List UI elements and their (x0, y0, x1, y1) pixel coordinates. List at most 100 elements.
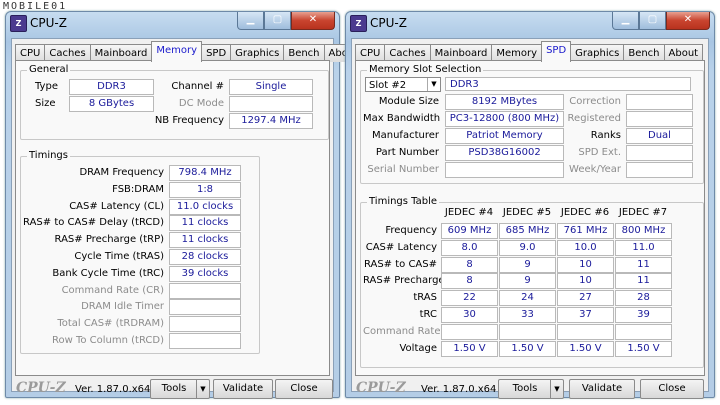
channel-label: Channel # (171, 81, 224, 92)
cpuz-brand-logo: CPU-Z (16, 380, 66, 396)
timings-group: Timings DRAM Frequency 798.4 MHz FSB:DRAM 1… (20, 150, 260, 354)
ranks-label: Ranks (590, 130, 621, 141)
serial-number-value (445, 162, 564, 178)
timings-cell: 609 MHz (441, 223, 498, 239)
timings-cell: 11 (615, 273, 672, 290)
timings-cell: 28 (615, 290, 672, 307)
timings-row-label: Command Rate (363, 325, 441, 337)
timings-cell: 33 (499, 307, 556, 323)
timing-label: RAS# to CAS# Delay (tRCD) (23, 217, 164, 229)
timing-label: DRAM Idle Timer (81, 301, 164, 313)
window-title: CPU-Z (370, 16, 407, 30)
tools-label: Tools (161, 383, 187, 394)
jedec-column-header: JEDEC #4 (444, 207, 494, 218)
validate-button[interactable]: Validate (569, 379, 635, 399)
bottom-bar: CPU-Z Ver. 1.87.0.x64 Tools ▼ Validate C… (12, 377, 333, 399)
cpuz-app-icon: Z (10, 15, 27, 32)
chevron-down-icon[interactable]: ▼ (550, 380, 563, 398)
timings-cell: 9 (499, 273, 556, 290)
timings-cell: 8 (441, 273, 498, 290)
close-button[interactable]: Close (640, 379, 704, 399)
timings-cell: 10.0 (557, 239, 614, 256)
timings-cell: 11.0 (615, 239, 672, 256)
registered-value (626, 111, 693, 127)
timing-label: Row To Column (tRCD) (51, 335, 164, 346)
timing-label: RAS# Precharge (tRP) (54, 234, 164, 246)
window-title: CPU-Z (30, 16, 67, 30)
timing-label: DRAM Frequency (79, 167, 164, 178)
timings-cell: 8.0 (441, 239, 498, 256)
cpuz-window-memory: Z CPU-Z ▁ ▢ ✕ CPU Caches Mainboard Memory SP… (5, 11, 364, 399)
timings-table-title: Timings Table (367, 196, 440, 207)
client-area: CPU Caches Mainboard Memory SPD Graphics Bench… (351, 38, 709, 399)
timings-group-title: Timings (27, 150, 70, 161)
part-number-label: Part Number (375, 147, 439, 158)
timing-value: 28 clocks (169, 249, 241, 265)
timing-value: 1:8 (169, 181, 241, 198)
timings-cell: 30 (441, 307, 498, 323)
cpuz-brand-logo: CPU-Z (356, 380, 406, 396)
max-bandwidth-label: Max Bandwidth (363, 113, 441, 124)
module-size-value: 8192 MBytes (445, 94, 564, 110)
memory-tab-page: General Type DDR3 Size 8 GBytes Channel … (15, 60, 330, 376)
timing-label: Cycle Time (tRAS) (74, 251, 164, 262)
timing-value: 11 clocks (169, 215, 241, 232)
timing-label: FSB:DRAM (112, 183, 164, 195)
timings-cell: 9.0 (499, 239, 556, 256)
jedec-column-header: JEDEC #5 (502, 207, 552, 218)
dc-mode-label: DC Mode (178, 98, 224, 109)
timings-cell: 1.50 V (441, 340, 498, 357)
week-year-value (626, 162, 693, 178)
timing-label: Total CAS# (tRDRAM) (57, 318, 164, 330)
tab-bar: CPU Caches Mainboard Memory SPD Graphics Bench… (355, 41, 704, 62)
minimize-button[interactable]: ▁ (237, 12, 264, 30)
title-bar[interactable]: Z CPU-Z ▁ ▢ ✕ (6, 12, 339, 34)
timing-label: Bank Cycle Time (tRC) (52, 267, 164, 279)
jedec-column-header: JEDEC #6 (560, 207, 610, 218)
timings-row-label: Voltage (399, 342, 437, 354)
timings-row-label: Frequency (385, 225, 437, 236)
bottom-bar: CPU-Z Ver. 1.87.0.x64 Tools ▼ Validate C… (352, 377, 708, 399)
type-label: Type (35, 81, 58, 92)
timings-cell: 37 (557, 307, 614, 323)
validate-button[interactable]: Validate (213, 379, 273, 399)
timings-cell: 39 (615, 307, 672, 323)
timings-cell (499, 323, 556, 340)
timings-cell: 24 (499, 290, 556, 307)
tools-button[interactable]: Tools ▼ (498, 379, 564, 399)
chevron-down-icon: ▼ (427, 78, 440, 91)
maximize-button[interactable]: ▢ (264, 12, 291, 30)
spd-tab-page: Memory Slot Selection Slot #2 ▼ DDR3 Mod… (355, 60, 705, 376)
correction-value (626, 94, 693, 110)
slot-select[interactable]: Slot #2 ▼ (365, 77, 441, 92)
close-window-button[interactable]: ✕ (666, 12, 710, 30)
timings-cell: 11 (615, 256, 672, 273)
serial-number-label: Serial Number (367, 164, 439, 175)
timing-value (169, 282, 241, 299)
version-label: Ver. 1.87.0.x64 (421, 384, 497, 395)
timing-value: 798.4 MHz (169, 165, 241, 181)
tools-label: Tools (512, 383, 538, 394)
client-area: CPU Caches Mainboard Memory SPD Graphics Bench… (11, 38, 364, 399)
module-size-label: Module Size (378, 96, 439, 107)
timings-cell: 22 (441, 290, 498, 307)
tab-memory[interactable]: Memory (151, 41, 203, 62)
timings-cell: 10 (557, 273, 614, 290)
tab-bar: CPU Caches Mainboard Memory SPD Graphics Bench… (15, 41, 364, 62)
close-window-button[interactable]: ✕ (291, 12, 335, 30)
tab-spd[interactable]: SPD (541, 41, 572, 62)
cpuz-app-icon: Z (350, 15, 367, 32)
timings-table-group: Timings Table JEDEC #4 JEDEC #5 JEDEC #6 JE… (360, 196, 704, 368)
title-bar[interactable]: Z CPU-Z ▁ ▢ ✕ (346, 12, 714, 34)
timings-row-label: RAS# Precharge (363, 275, 445, 287)
close-button[interactable]: Close (275, 379, 333, 399)
timing-value: 11 clocks (169, 232, 241, 249)
timing-value (169, 299, 241, 316)
memory-slot-group: Memory Slot Selection Slot #2 ▼ DDR3 Mod… (360, 64, 704, 184)
registered-label: Registered (567, 113, 621, 124)
tools-button[interactable]: Tools ▼ (150, 379, 210, 399)
channel-value: Single (229, 79, 313, 95)
minimize-button[interactable]: ▁ (612, 12, 639, 30)
maximize-button[interactable]: ▢ (639, 12, 666, 30)
chevron-down-icon[interactable]: ▼ (196, 380, 209, 398)
